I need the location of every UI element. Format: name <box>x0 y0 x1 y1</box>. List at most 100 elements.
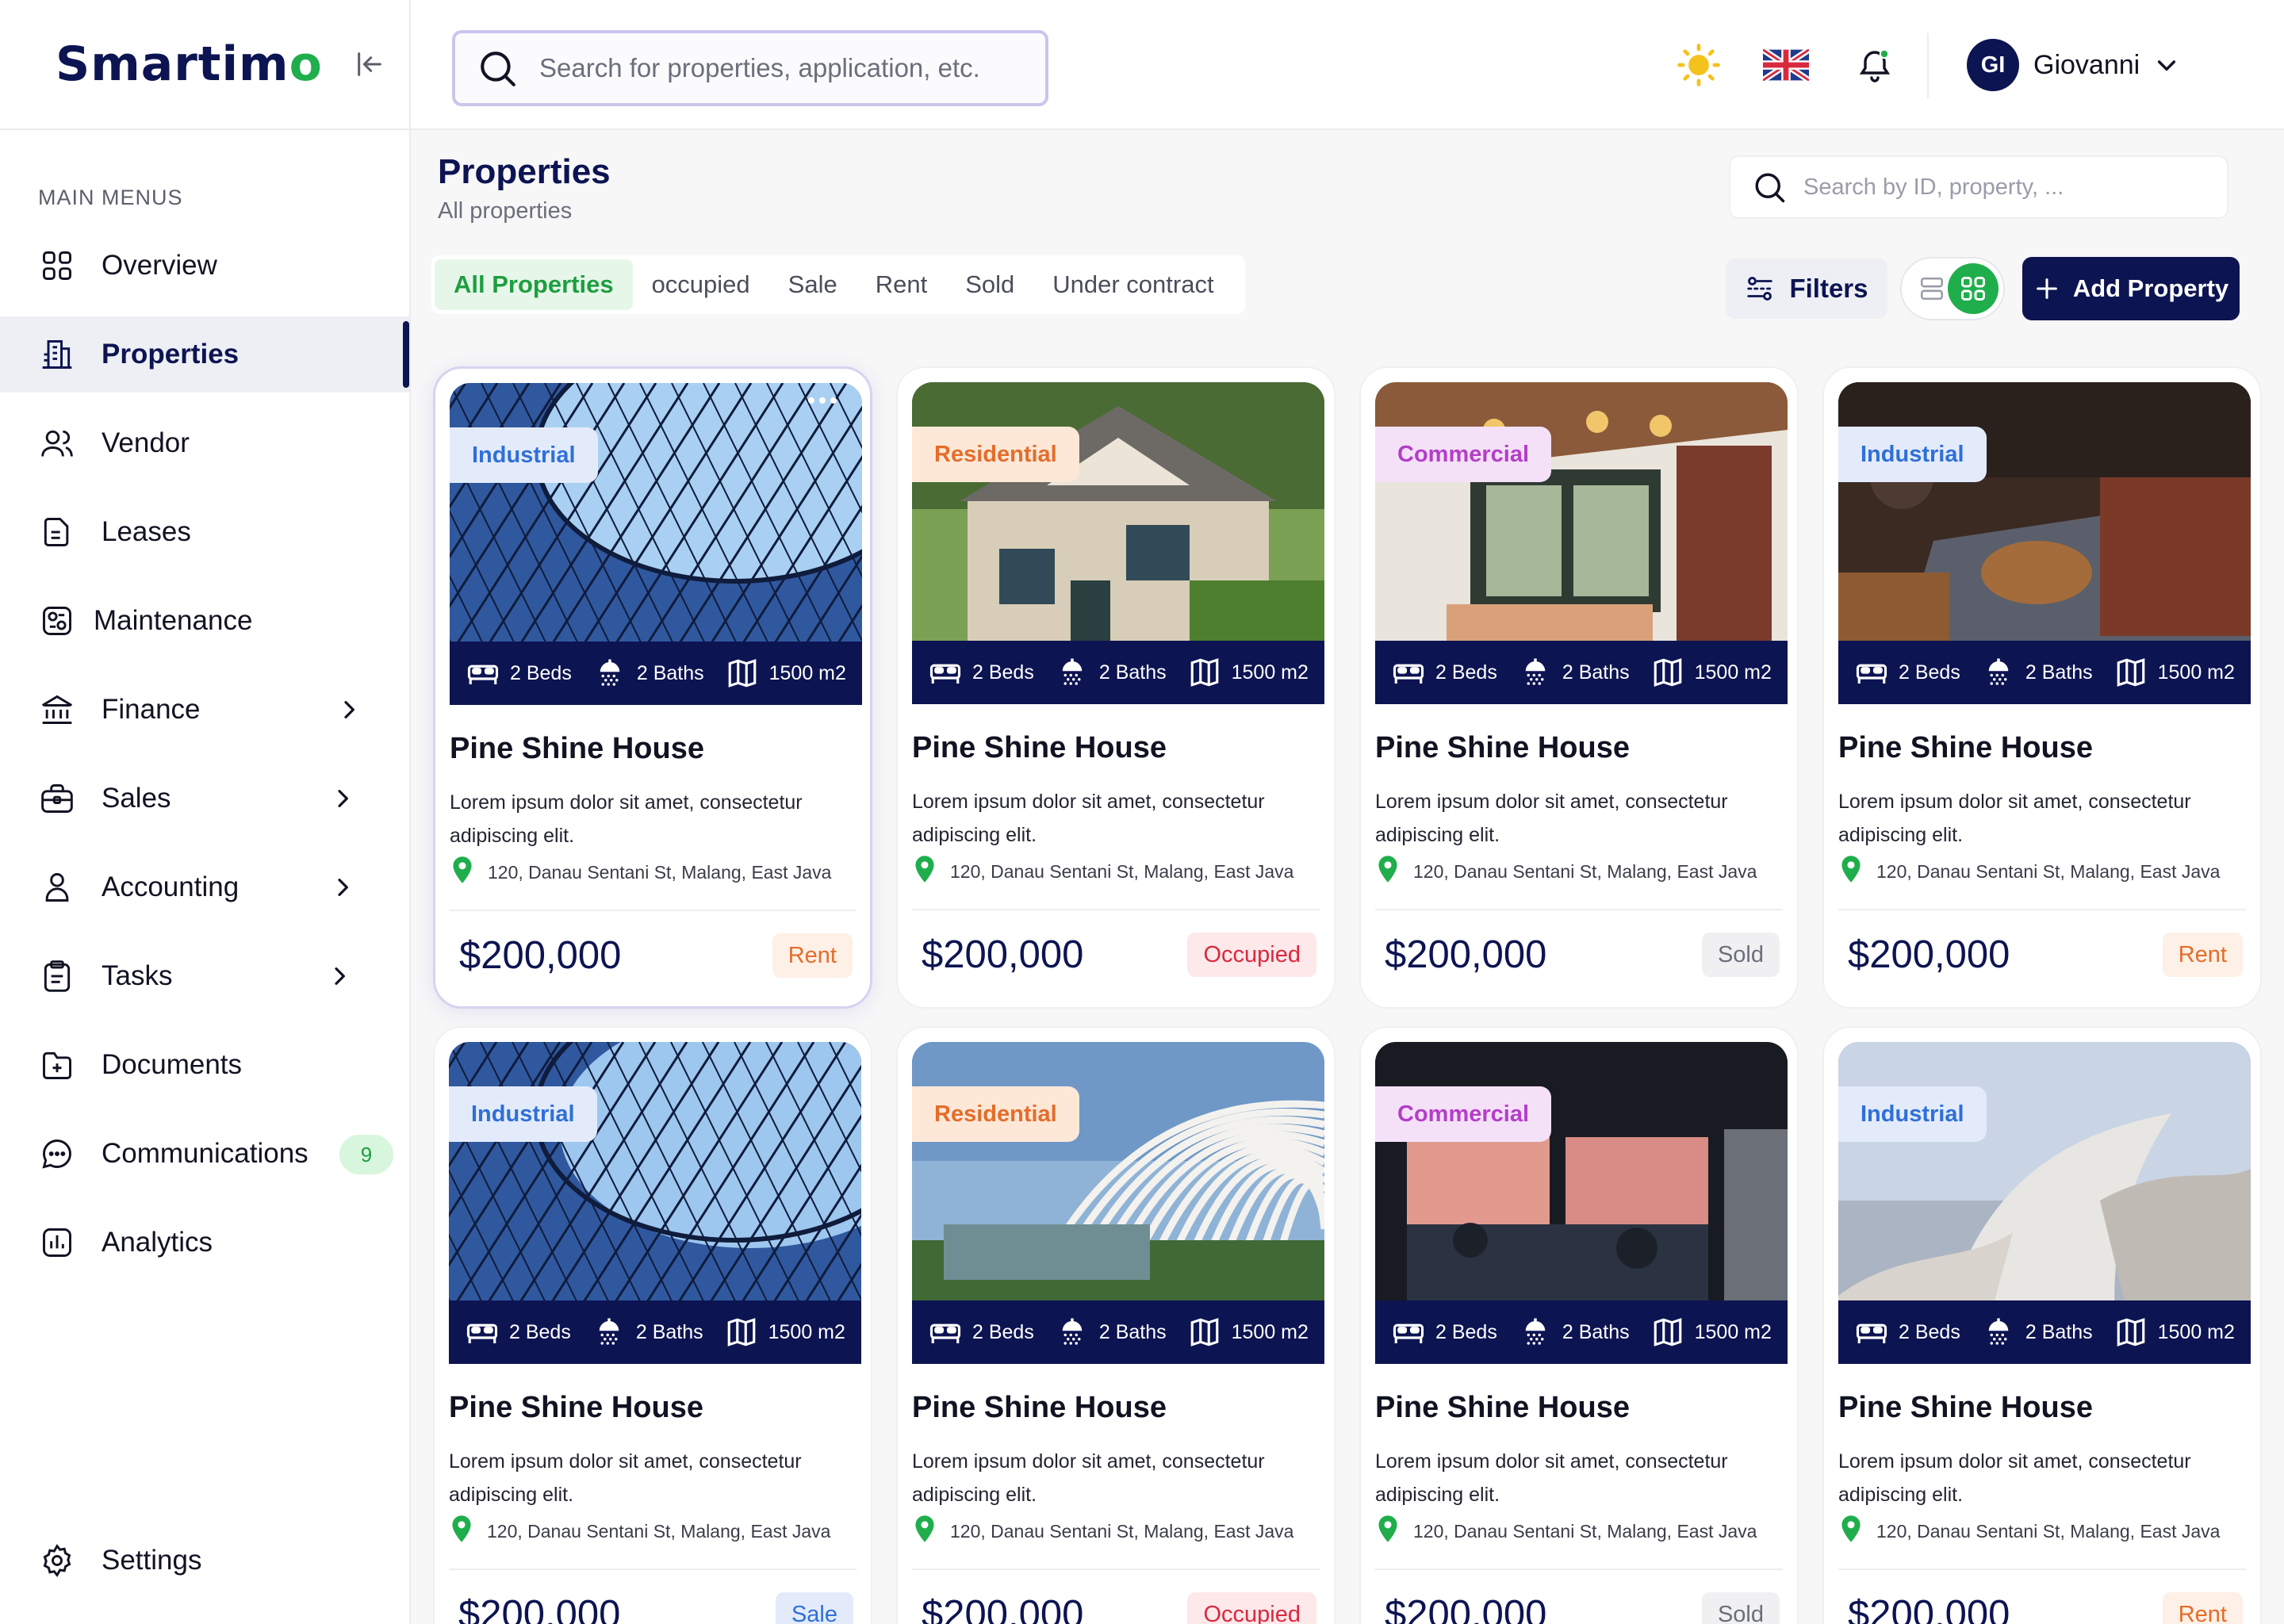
bed-icon <box>928 655 963 690</box>
sidebar-item-properties[interactable]: Properties <box>0 316 409 393</box>
property-type-tag: Commercial <box>1375 427 1552 482</box>
app-root: Smartimo MAIN MENUS Overview Properties … <box>0 0 2284 1624</box>
baths-spec: 2 Baths <box>592 656 704 691</box>
property-photo: Residential 2 Beds 2 Baths 1500 m2 <box>912 1042 1324 1364</box>
add-property-label: Add Property <box>2072 274 2229 302</box>
sidebar-item-label: Finance <box>102 694 201 725</box>
sidebar-item-overview[interactable]: Overview <box>0 228 409 304</box>
list-view-button[interactable] <box>1918 274 1946 303</box>
card-divider <box>1838 1568 2246 1570</box>
map-area-icon <box>1650 655 1685 690</box>
area-value: 1500 m2 <box>1231 661 1309 684</box>
filters-button[interactable]: Filters <box>1726 259 1887 319</box>
bed-icon <box>465 1315 500 1350</box>
baths-value: 2 Baths <box>1098 661 1167 684</box>
area-value: 1500 m2 <box>1694 661 1772 684</box>
property-card[interactable]: Residential 2 Beds 2 Baths 1500 m2 Pine … <box>896 1026 1336 1624</box>
status-badge-occupied: Occupied <box>1187 933 1316 977</box>
notifications-button[interactable] <box>1851 41 1899 89</box>
sidebar-item-analytics[interactable]: Analytics <box>0 1205 409 1281</box>
sidebar-item-accounting[interactable]: Accounting <box>0 849 409 925</box>
sidebar-item-settings[interactable]: Settings <box>0 1522 411 1599</box>
tab-all-properties[interactable]: All Properties <box>435 259 633 310</box>
address-text: 120, Danau Sentani St, Malang, East Java <box>487 1520 831 1542</box>
bed-icon <box>928 1315 963 1350</box>
add-property-button[interactable]: Add Property <box>2022 257 2240 320</box>
property-search[interactable] <box>1729 155 2228 219</box>
brand-logo[interactable]: Smartimo <box>56 36 323 92</box>
collapse-icon <box>358 52 381 76</box>
user-menu[interactable]: GI Giovanni <box>1967 36 2179 94</box>
beds-spec: 2 Beds <box>1391 1315 1497 1350</box>
property-card[interactable]: Industrial 2 Beds 2 Baths 1500 m2 Pine S… <box>433 366 872 1009</box>
area-value: 1500 m2 <box>2157 661 2235 684</box>
sidebar-item-maintenance[interactable]: Maintenance <box>0 583 409 659</box>
map-area-icon <box>1187 1315 1222 1350</box>
baths-spec: 2 Baths <box>592 1315 703 1350</box>
area-spec: 1500 m2 <box>724 1315 845 1350</box>
search-icon <box>481 52 515 86</box>
property-specs: 2 Beds 2 Baths 1500 m2 <box>450 642 862 705</box>
beds-spec: 2 Beds <box>1854 655 1960 690</box>
sidebar-item-communications[interactable]: Communications 9 <box>0 1116 409 1192</box>
shower-icon <box>1055 655 1090 690</box>
property-address: 120, Danau Sentani St, Malang, East Java <box>449 1515 830 1548</box>
global-search[interactable] <box>452 30 1048 106</box>
property-address: 120, Danau Sentani St, Malang, East Java <box>912 1515 1293 1548</box>
sidebar-item-label: Analytics <box>102 1227 213 1258</box>
language-selector[interactable] <box>1762 41 1810 89</box>
sidebar-item-leases[interactable]: Leases <box>0 494 409 570</box>
sidebar-item-label: Settings <box>102 1545 202 1576</box>
sidebar-item-finance[interactable]: Finance <box>0 672 409 748</box>
list-view-icon <box>1920 277 1944 301</box>
theme-toggle[interactable] <box>1675 41 1723 89</box>
property-photo: Industrial 2 Beds 2 Baths 1500 m2 <box>1838 1042 2251 1364</box>
property-card[interactable]: Industrial 2 Beds 2 Baths 1500 m2 Pine S… <box>1822 366 2262 1009</box>
sidebar-item-label: Accounting <box>102 871 240 902</box>
property-type-tag: Residential <box>912 1086 1079 1142</box>
property-card[interactable]: Residential 2 Beds 2 Baths 1500 m2 Pine … <box>896 366 1336 1009</box>
property-card[interactable]: Industrial 2 Beds 2 Baths 1500 m2 Pine S… <box>1822 1026 2262 1624</box>
area-value: 1500 m2 <box>1231 1320 1309 1343</box>
shower-icon <box>1981 1315 2016 1350</box>
sidebar-item-documents[interactable]: Documents <box>0 1027 409 1103</box>
tab-under-contract[interactable]: Under contract <box>1033 259 1232 310</box>
tab-occupied[interactable]: occupied <box>633 259 769 310</box>
property-photo: Industrial 2 Beds 2 Baths 1500 m2 <box>449 1042 861 1364</box>
address-text: 120, Danau Sentani St, Malang, East Java <box>1876 860 2221 882</box>
property-card[interactable]: Industrial 2 Beds 2 Baths 1500 m2 Pine S… <box>433 1026 872 1624</box>
property-card[interactable]: Commercial 2 Beds 2 Baths 1500 m2 Pine S… <box>1359 366 1799 1009</box>
location-pin-icon <box>1838 1515 1876 1548</box>
topbar: GI Giovanni <box>411 0 2284 130</box>
bell-icon <box>1859 48 1891 82</box>
more-options-icon[interactable] <box>808 397 837 404</box>
grid-view-button[interactable] <box>1948 263 1998 314</box>
chat-icon <box>38 1135 76 1173</box>
baths-value: 2 Baths <box>1098 1320 1167 1343</box>
location-pin-icon <box>912 1515 950 1548</box>
sidebar-item-tasks[interactable]: Tasks <box>0 938 409 1014</box>
collapse-sidebar-button[interactable] <box>347 42 392 86</box>
uk-flag-icon <box>1763 49 1809 81</box>
chevron-right-icon <box>338 879 348 896</box>
property-photo: Commercial 2 Beds 2 Baths 1500 m2 <box>1375 382 1788 704</box>
tab-sale[interactable]: Sale <box>769 259 856 310</box>
sidebar-item-sales[interactable]: Sales <box>0 760 409 837</box>
baths-value: 2 Baths <box>635 1320 703 1343</box>
property-specs: 2 Beds 2 Baths 1500 m2 <box>1838 641 2251 704</box>
property-price: $200,000 <box>922 1593 1084 1624</box>
sidebar-item-label: Communications <box>102 1138 308 1169</box>
beds-value: 2 Beds <box>509 1320 571 1343</box>
sidebar-item-label: Maintenance <box>94 605 253 636</box>
property-search-input[interactable] <box>1803 174 2216 201</box>
tab-rent[interactable]: Rent <box>856 259 946 310</box>
sidebar-item-vendor[interactable]: Vendor <box>0 405 409 481</box>
property-price: $200,000 <box>1848 933 2010 976</box>
property-card[interactable]: Commercial 2 Beds 2 Baths 1500 m2 Pine S… <box>1359 1026 1799 1624</box>
grid-icon <box>38 247 76 285</box>
global-search-input[interactable] <box>539 53 1031 83</box>
beds-value: 2 Beds <box>972 1320 1034 1343</box>
address-text: 120, Danau Sentani St, Malang, East Java <box>1876 1520 2221 1542</box>
property-price: $200,000 <box>459 934 622 977</box>
tab-sold[interactable]: Sold <box>946 259 1033 310</box>
